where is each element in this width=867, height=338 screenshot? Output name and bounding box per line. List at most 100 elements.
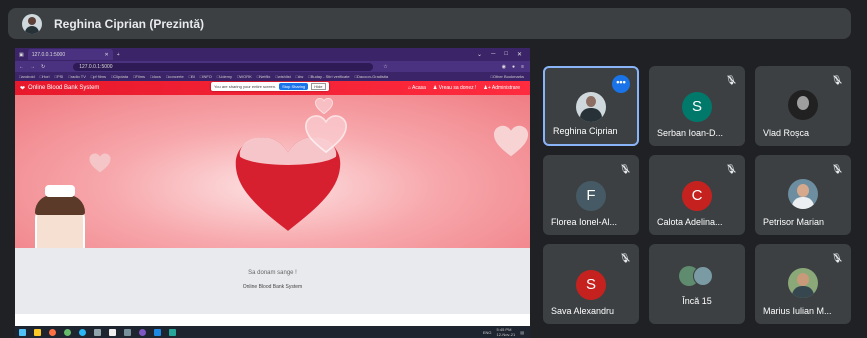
notifications-icon[interactable]: ▤ [520,330,524,335]
browser-tab[interactable]: 127.0.0.1:5000 ✕ [27,49,113,60]
participant-photo [576,92,606,122]
photo-head [797,273,809,286]
maximize-icon[interactable]: □ [504,51,508,58]
site-brand[interactable]: ❤ Online Blood Bank System [20,85,99,92]
bookmark-item[interactable]: dw [296,74,303,79]
nav-donate-label: Vreau sa donez ! [438,85,477,91]
hide-banner-button[interactable]: Hide [311,83,326,90]
more-participants-tile[interactable]: Încă 15 [649,244,745,324]
nurse-hair [35,195,85,215]
bookmark-item[interactable]: Buday - Stiri verificate [308,74,350,79]
participant-tile[interactable]: 🎙 F Florea Ionel-Al... [543,155,639,235]
presenter-name: Reghina Ciprian (Prezintă) [54,16,205,31]
mic-off-icon: 🎙 [725,164,737,174]
bookmark-item[interactable]: Clipdata [111,74,128,79]
bookmark-item[interactable]: Films [133,74,146,79]
windows-taskbar: ENG 5:45 PM 12-Nov-21 ▤ [15,326,530,338]
bookmark-item[interactable]: docs [150,74,160,79]
file-explorer-icon[interactable] [34,328,41,336]
presenter-bar: Reghina Ciprian (Prezintă) [8,8,851,39]
site-navbar: ❤ Online Blood Bank System You are shari… [15,81,530,95]
vscode-icon[interactable] [154,328,161,336]
bookmark-item[interactable]: Dacoon-Gradistia [355,74,388,79]
other-bookmarks[interactable]: Other Bookmarks [490,74,530,79]
tab-search-icon[interactable]: ⌄ [477,51,482,58]
participant-tile[interactable]: 🎙 Vlad Roșca [755,66,851,146]
minimize-icon[interactable]: ─ [491,51,495,58]
mic-off-icon: 🎙 [725,75,737,85]
url-text: 127.0.0.1:5000 [79,63,113,70]
bookmark-item[interactable]: pf films [91,74,106,79]
photo-body [580,108,602,122]
menu-icon[interactable]: ≡ [521,64,530,70]
bookmark-item[interactable]: concerte [166,74,183,79]
heart-icon: ❤ [20,85,26,92]
shared-screen: ▣ 127.0.0.1:5000 ✕ + ⌄ ─ □ ✕ ← → ↻ 127.0… [15,48,530,338]
participant-tile[interactable]: ••• Reghina Ciprian [543,66,639,146]
photo-body [792,286,814,298]
participant-name: Serban Ioan-D... [657,128,724,138]
bookmark-item[interactable]: BI [189,74,195,79]
stop-sharing-button[interactable]: Stop Sharing [279,83,309,90]
nav-home[interactable]: ⌂ Acasa [408,85,426,91]
clock[interactable]: 5:45 PM 12-Nov-21 [497,327,516,337]
tab-list-icon[interactable]: ▣ [19,52,24,58]
bookmark-item[interactable]: android [19,74,34,79]
close-window-icon[interactable]: ✕ [517,51,522,58]
site-brand-label: Online Blood Bank System [28,85,100,91]
browser-titlebar: ▣ 127.0.0.1:5000 ✕ + ⌄ ─ □ ✕ [15,48,530,61]
star-icon[interactable]: ☆ [383,64,387,70]
nav-home-label: Acasa [412,85,426,91]
firefox-icon[interactable] [49,328,56,336]
bookmark-item[interactable]: WORK [237,74,251,79]
participant-tile[interactable]: 🎙 C Calota Adelina... [649,155,745,235]
url-field[interactable]: 127.0.0.1:5000 [73,62,374,71]
more-participants-avatars [679,266,715,286]
mic-off-icon: 🎙 [619,164,631,174]
participant-avatar: F [576,181,606,211]
bookmark-item[interactable]: wishlist [275,74,291,79]
chrome-icon[interactable] [64,328,71,336]
bookmark-item[interactable]: Netflix [257,74,270,79]
share-banner: You are sharing your entire screen. Stop… [211,82,329,91]
bookmark-item[interactable]: radio TV [68,74,86,79]
store-icon[interactable] [124,328,131,336]
participant-avatar: S [682,92,712,122]
bookmark-item[interactable]: PSI [55,74,63,79]
participant-tile[interactable]: 🎙 S Serban Ioan-D... [649,66,745,146]
nav-donate[interactable]: ♟ Vreau sa donez ! [433,85,477,91]
photo-body [792,197,814,209]
participant-tile[interactable]: 🎙 Petrisor Marian [755,155,851,235]
nav-admin[interactable]: ♟+ Administrare [483,85,520,91]
close-tab-icon[interactable]: ✕ [105,52,109,58]
heart-right [493,125,529,157]
nurse-illustration [35,185,85,248]
language-indicator[interactable]: ENG [483,330,492,335]
clock-date: 12-Nov-21 [496,332,516,337]
photo-head [586,96,596,107]
profile-icon[interactable]: ● [512,64,515,70]
participant-tile[interactable]: 🎙 Marius Iulian M... [755,244,851,324]
photo-head [797,96,809,110]
back-icon[interactable]: ← [19,64,24,70]
photos-icon[interactable] [169,328,176,336]
slogan-text: Sa donam sange ! [248,270,297,276]
participant-name: Vlad Roșca [763,128,810,138]
forward-icon[interactable]: → [30,64,35,70]
reload-icon[interactable]: ↻ [41,64,45,70]
address-bar: ← → ↻ 127.0.0.1:5000 ☆ ◉ ● ≡ [15,61,530,72]
more-options-button[interactable]: ••• [612,75,630,93]
extensions-icon[interactable]: ◉ [502,64,506,70]
edge-icon[interactable] [79,328,86,336]
participant-avatar: S [576,270,606,300]
bookmark-item[interactable]: Hori [40,74,49,79]
browser-tab-title: 127.0.0.1:5000 [31,51,66,58]
windows-start-icon[interactable] [19,328,26,336]
browser-icon[interactable] [139,328,146,336]
new-tab-button[interactable]: + [117,52,120,58]
bookmark-item[interactable]: Udemy [217,74,232,79]
bookmark-item[interactable]: INFO [200,74,212,79]
terminal-icon[interactable] [94,328,101,336]
participant-tile[interactable]: 🎙 S Sava Alexandru [543,244,639,324]
app-icon[interactable] [109,328,116,336]
